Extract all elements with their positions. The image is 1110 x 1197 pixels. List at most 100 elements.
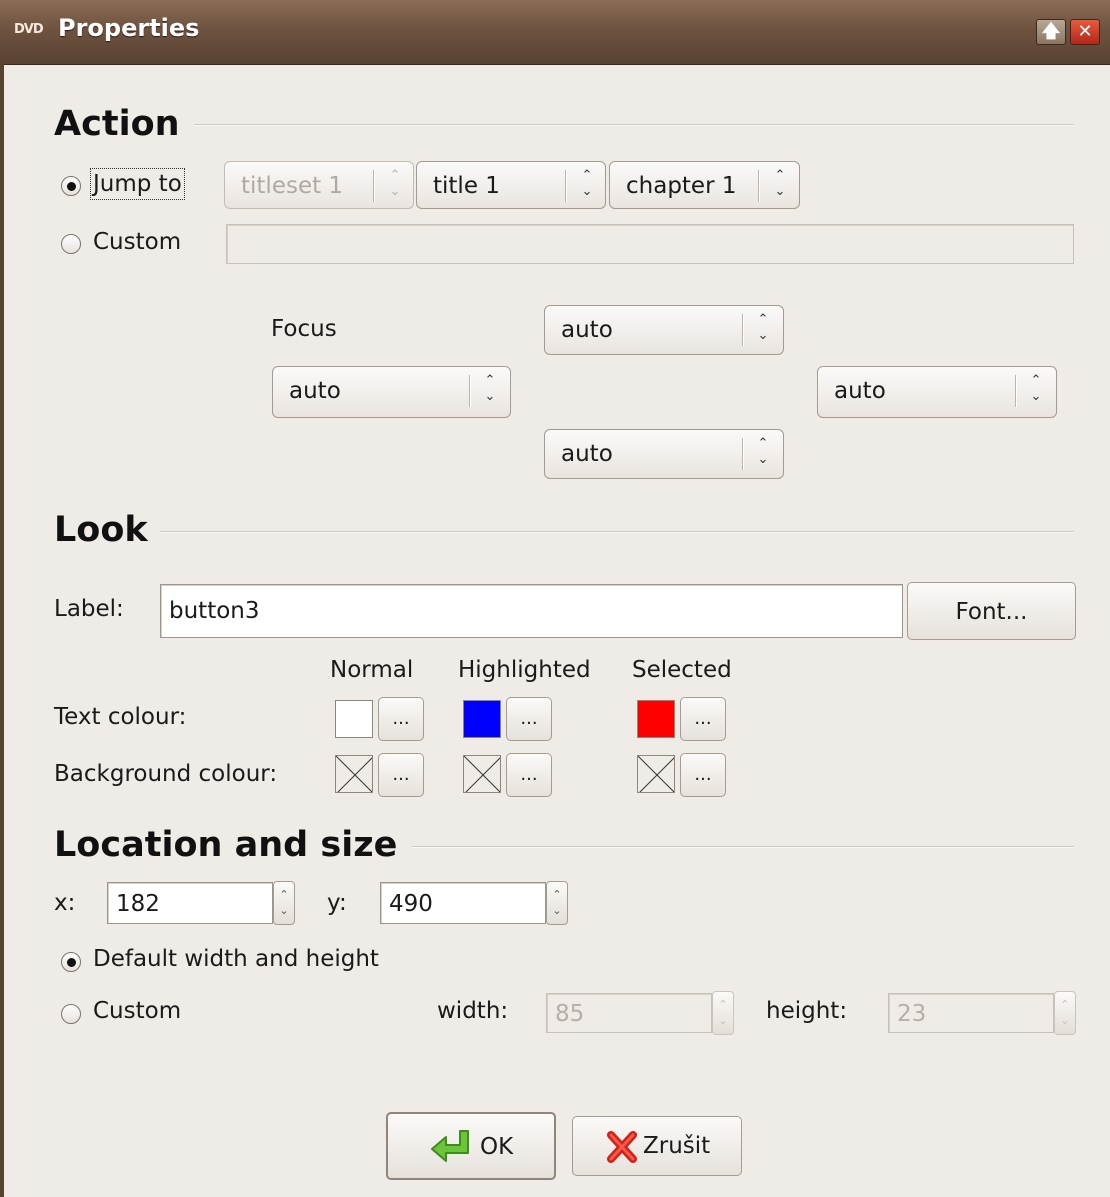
- x-input[interactable]: 182: [107, 882, 273, 924]
- close-icon: ✕: [1077, 21, 1093, 42]
- x-label: x:: [54, 890, 76, 916]
- updown-icon: ⌃ ⌄: [774, 168, 786, 199]
- text-colour-selected-swatch[interactable]: [637, 700, 675, 738]
- spin-up-icon: ⌃: [279, 888, 289, 901]
- window-frame: [0, 64, 4, 1197]
- combo-separator: [373, 170, 375, 202]
- default-size-label: Default width and height: [93, 946, 379, 972]
- custom-action-input[interactable]: [226, 224, 1074, 264]
- action-divider: [194, 124, 1074, 126]
- y-value: 490: [389, 891, 433, 917]
- jump-to-label[interactable]: Jump to: [90, 168, 185, 200]
- ok-label: OK: [480, 1134, 514, 1160]
- title-combo[interactable]: title 1 ⌃ ⌄: [416, 161, 606, 209]
- spin-down-icon: ⌄: [552, 904, 562, 917]
- arrow-up-icon: 🡅: [1041, 21, 1061, 42]
- custom-action-label: Custom: [93, 229, 182, 255]
- text-colour-selected-button[interactable]: ...: [680, 697, 726, 741]
- spin-down-icon: ⌄: [1060, 1014, 1070, 1027]
- height-label: height:: [766, 998, 848, 1024]
- maximize-button[interactable]: 🡅: [1036, 19, 1066, 45]
- width-label: width:: [437, 998, 509, 1024]
- width-input[interactable]: 85: [546, 993, 712, 1033]
- background-colour-normal-button[interactable]: ...: [378, 753, 424, 797]
- custom-size-radio[interactable]: [61, 1004, 81, 1024]
- height-value: 23: [897, 1001, 927, 1027]
- text-colour-normal-button[interactable]: ...: [378, 697, 424, 741]
- y-input[interactable]: 490: [380, 882, 546, 924]
- look-section-title: Look: [54, 510, 148, 550]
- location-section-title: Location and size: [54, 825, 398, 865]
- text-colour-label: Text colour:: [54, 704, 187, 730]
- focus-right-combo[interactable]: auto ⌃ ⌄: [817, 366, 1057, 418]
- text-colour-normal-swatch[interactable]: [335, 700, 373, 738]
- close-button[interactable]: ✕: [1070, 19, 1100, 45]
- focus-up-value: auto: [561, 317, 613, 343]
- y-spin-button[interactable]: ⌃ ⌄: [546, 881, 568, 925]
- selected-column-header: Selected: [632, 657, 732, 683]
- focus-up-combo[interactable]: auto ⌃ ⌄: [544, 305, 784, 355]
- updown-icon: ⌃ ⌄: [1030, 373, 1042, 404]
- transparent-colour-icon[interactable]: [637, 755, 675, 793]
- spin-up-icon: ⌃: [1060, 998, 1070, 1011]
- combo-separator: [1015, 375, 1017, 407]
- chapter-value: chapter 1: [626, 173, 737, 199]
- height-spin-button[interactable]: ⌃ ⌄: [1054, 991, 1076, 1035]
- dots-label: ...: [694, 708, 712, 729]
- enter-arrow-icon: [431, 1130, 469, 1162]
- width-spin-button[interactable]: ⌃ ⌄: [712, 991, 734, 1035]
- label-field-label: Label:: [54, 596, 124, 622]
- dots-label: ...: [392, 764, 410, 785]
- transparent-colour-icon[interactable]: [463, 755, 501, 793]
- focus-right-value: auto: [834, 378, 886, 404]
- combo-separator: [565, 170, 567, 202]
- combo-separator: [742, 314, 744, 346]
- normal-column-header: Normal: [330, 657, 414, 683]
- default-size-radio[interactable]: [61, 952, 81, 972]
- highlighted-column-header: Highlighted: [458, 657, 591, 683]
- updown-icon: ⌃ ⌄: [757, 312, 769, 343]
- spin-down-icon: ⌄: [718, 1014, 728, 1027]
- custom-action-radio[interactable]: [61, 234, 81, 254]
- x-spin-button[interactable]: ⌃ ⌄: [273, 881, 295, 925]
- width-value: 85: [555, 1001, 585, 1027]
- dots-label: ...: [392, 708, 410, 729]
- cancel-x-icon: [607, 1131, 637, 1163]
- focus-down-combo[interactable]: auto ⌃ ⌄: [544, 429, 784, 479]
- height-input[interactable]: 23: [888, 993, 1054, 1033]
- chapter-combo[interactable]: chapter 1 ⌃ ⌄: [609, 161, 800, 209]
- updown-icon: ⌃ ⌄: [389, 168, 401, 199]
- focus-down-value: auto: [561, 441, 613, 467]
- title-value: title 1: [433, 173, 500, 199]
- dots-label: ...: [520, 708, 538, 729]
- titleset-combo[interactable]: titleset 1 ⌃ ⌄: [224, 161, 414, 209]
- label-input[interactable]: button3: [160, 584, 903, 638]
- transparent-colour-icon[interactable]: [335, 755, 373, 793]
- background-colour-selected-button[interactable]: ...: [680, 753, 726, 797]
- dots-label: ...: [694, 764, 712, 785]
- focus-left-combo[interactable]: auto ⌃ ⌄: [272, 366, 511, 418]
- window-title: Properties: [58, 14, 200, 42]
- y-label: y:: [327, 890, 347, 916]
- updown-icon: ⌃ ⌄: [757, 436, 769, 467]
- jump-to-radio[interactable]: [61, 176, 81, 196]
- x-value: 182: [116, 891, 160, 917]
- focus-left-value: auto: [289, 378, 341, 404]
- updown-icon: ⌃ ⌄: [581, 168, 593, 199]
- cancel-button[interactable]: Zrušit: [572, 1116, 742, 1176]
- spin-up-icon: ⌃: [718, 998, 728, 1011]
- font-button[interactable]: Font...: [907, 582, 1076, 640]
- updown-icon: ⌃ ⌄: [484, 373, 496, 404]
- location-divider: [412, 846, 1074, 848]
- text-colour-highlighted-button[interactable]: ...: [506, 697, 552, 741]
- text-colour-highlighted-swatch[interactable]: [463, 700, 501, 738]
- background-colour-highlighted-button[interactable]: ...: [506, 753, 552, 797]
- action-section-title: Action: [54, 104, 180, 144]
- dots-label: ...: [520, 764, 538, 785]
- focus-label: Focus: [271, 316, 337, 342]
- look-divider: [160, 531, 1074, 533]
- custom-size-label: Custom: [93, 998, 182, 1024]
- cancel-label: Zrušit: [643, 1133, 711, 1159]
- dvd-icon: DVD: [14, 22, 44, 37]
- ok-button[interactable]: OK: [386, 1112, 556, 1180]
